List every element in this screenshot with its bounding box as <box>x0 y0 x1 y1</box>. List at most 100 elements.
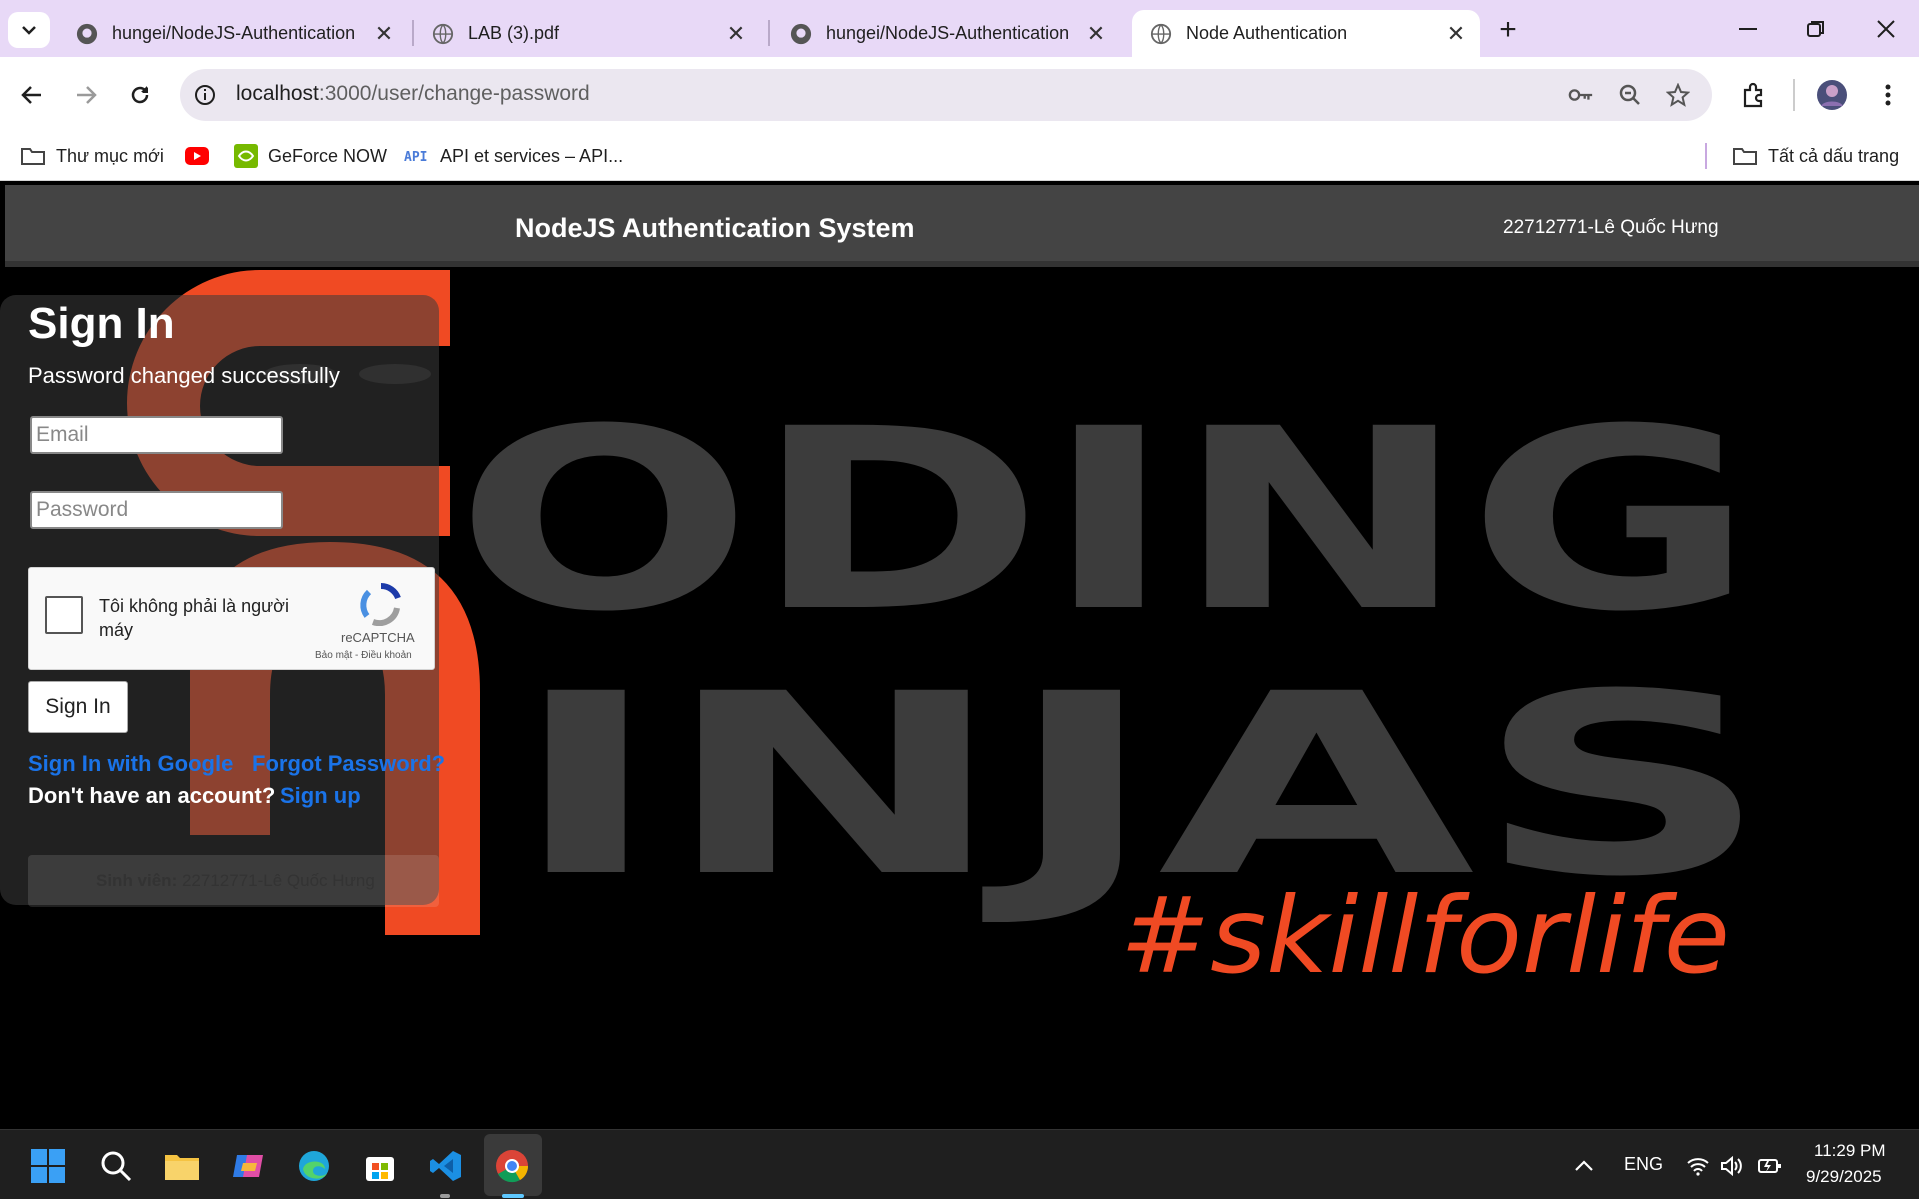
new-tab-button[interactable]: + <box>1492 13 1524 46</box>
close-icon[interactable]: ✕ <box>722 21 750 47</box>
kebab-menu-icon <box>1885 84 1891 106</box>
show-hidden-icons-button[interactable] <box>1562 1144 1606 1188</box>
site-title: NodeJS Authentication System <box>515 213 915 243</box>
bookmark-youtube[interactable] <box>185 141 219 171</box>
forward-button[interactable] <box>66 75 106 115</box>
site-user: 22712771-Lê Quốc Hưng <box>1503 217 1719 238</box>
recaptcha-widget: Tôi không phải là người máy reCAPTCHA Bả… <box>28 567 435 670</box>
close-icon[interactable]: ✕ <box>370 21 398 47</box>
svg-text:API: API <box>404 150 427 164</box>
site-info-icon[interactable] <box>192 82 218 108</box>
page-viewport: ODING INJAS #skillforlife NodeJS Authent… <box>0 182 1919 1129</box>
globe-icon <box>1150 23 1172 44</box>
recaptcha-checkbox[interactable] <box>45 596 83 634</box>
url-text: localhost:3000/user/change-password <box>236 82 590 106</box>
folder-icon <box>20 146 46 166</box>
tab-node-authentication[interactable]: Node Authentication ✕ <box>1132 10 1480 57</box>
forgot-password-link[interactable]: Forgot Password? <box>252 751 445 777</box>
file-explorer-button[interactable] <box>160 1144 204 1188</box>
bookmark-label: GeForce NOW <box>268 145 388 166</box>
tab-github-2[interactable]: hungei/NodeJS-Authentication ✕ <box>772 10 1120 57</box>
site-header: NodeJS Authentication System 22712771-Lê… <box>5 185 1919 267</box>
url-path: :3000/user/change-password <box>318 82 590 105</box>
edge-icon <box>299 1151 329 1181</box>
store-button[interactable] <box>358 1144 402 1188</box>
copilot-button[interactable] <box>226 1144 270 1188</box>
bookmark-new-folder[interactable]: Thư mục mới <box>20 141 164 171</box>
windows-icon <box>31 1149 65 1183</box>
tab-label: hungei/NodeJS-Authentication <box>826 23 1070 43</box>
all-bookmarks[interactable]: Tất cả dấu trang <box>1732 141 1899 171</box>
password-field[interactable] <box>30 491 283 529</box>
close-icon <box>1877 20 1895 38</box>
chrome-icon <box>496 1150 529 1183</box>
avatar-icon <box>1817 80 1847 110</box>
zoom-icon[interactable] <box>1617 82 1643 108</box>
tab-label: hungei/NodeJS-Authentication <box>112 23 356 43</box>
recaptcha-brand: reCAPTCHA <box>341 630 415 645</box>
browser-toolbar: localhost:3000/user/change-password <box>0 57 1919 133</box>
folder-icon <box>165 1155 199 1180</box>
start-button[interactable] <box>26 1144 70 1188</box>
email-field[interactable] <box>30 416 283 454</box>
tab-search-button[interactable] <box>8 12 50 48</box>
card-footer: Sinh viên: 22712771-Lê Quốc Hưng <box>28 855 439 907</box>
tab-lab-pdf[interactable]: LAB (3).pdf ✕ <box>414 10 760 57</box>
no-account-text: Don't have an account? <box>28 783 276 808</box>
key-icon[interactable] <box>1568 82 1594 108</box>
minimize-button[interactable] <box>1718 8 1778 50</box>
student-value: 22712771-Lê Quốc Hưng <box>181 871 375 890</box>
extensions-button[interactable] <box>1734 75 1774 115</box>
edge-button[interactable] <box>292 1144 336 1188</box>
chrome-button[interactable] <box>490 1144 534 1188</box>
bookmark-label: Thư mục mới <box>56 145 164 166</box>
reload-button[interactable] <box>120 75 160 115</box>
student-info: Sinh viên: 22712771-Lê Quốc Hưng <box>96 871 375 891</box>
all-bookmarks-label: Tất cả dấu trang <box>1768 145 1900 166</box>
signup-link[interactable]: Sign up <box>280 783 361 809</box>
github-icon <box>76 23 98 44</box>
globe-icon <box>432 23 454 44</box>
bookmark-label: API et services – API... <box>440 145 624 166</box>
youtube-icon <box>185 147 209 165</box>
vscode-button[interactable] <box>424 1144 468 1188</box>
windows-taskbar: ENG 11:29 PM 9/29/2025 <box>0 1129 1919 1199</box>
close-icon[interactable]: ✕ <box>1442 21 1470 47</box>
profile-avatar[interactable] <box>1812 75 1852 115</box>
close-window-button[interactable] <box>1856 8 1916 50</box>
battery-icon[interactable] <box>1748 1144 1792 1188</box>
background-tagline: #skillforlife <box>1120 875 1730 997</box>
close-icon[interactable]: ✕ <box>1082 21 1110 47</box>
recaptcha-icon <box>360 582 401 626</box>
flash-message: Password changed successfully <box>28 363 340 388</box>
folder-icon <box>1732 146 1758 166</box>
tab-label: Node Authentication <box>1186 23 1348 43</box>
address-bar[interactable]: localhost:3000/user/change-password <box>180 69 1712 121</box>
menu-button[interactable] <box>1868 75 1908 115</box>
tab-github-1[interactable]: hungei/NodeJS-Authentication ✕ <box>58 10 408 57</box>
toolbar-divider <box>1793 79 1795 111</box>
chrome-running-indicator <box>502 1194 524 1198</box>
search-button[interactable] <box>94 1144 138 1188</box>
restore-icon <box>1807 21 1824 37</box>
back-button[interactable] <box>12 75 52 115</box>
signin-button[interactable]: Sign In <box>28 681 128 733</box>
restore-button[interactable] <box>1786 8 1846 50</box>
browser-tab-strip: hungei/NodeJS-Authentication ✕ LAB (3).p… <box>0 0 1919 57</box>
api-icon: API <box>404 148 430 164</box>
recaptcha-label: Tôi không phải là người máy <box>99 596 289 640</box>
bookmark-api-services[interactable]: API API et services – API... <box>404 141 623 171</box>
google-signin-link[interactable]: Sign In with Google <box>28 751 233 777</box>
bookmarks-divider <box>1705 143 1707 169</box>
recaptcha-terms-link[interactable]: Bảo mật - Điều khoản <box>315 650 412 661</box>
arrow-left-icon <box>21 86 41 104</box>
student-label: Sinh viên: <box>96 871 178 890</box>
bookmarks-bar: Thư mục mới GeForce NOW API API et servi… <box>0 133 1919 181</box>
input-language[interactable]: ENG <box>1624 1154 1663 1175</box>
clock-time[interactable]: 11:29 PM <box>1814 1141 1886 1161</box>
bookmark-geforce-now[interactable]: GeForce NOW <box>234 141 387 171</box>
arrow-right-icon <box>77 86 97 104</box>
copilot-icon <box>233 1155 263 1177</box>
clock-date[interactable]: 9/29/2025 <box>1806 1167 1882 1187</box>
bookmark-star-icon[interactable] <box>1665 82 1691 108</box>
